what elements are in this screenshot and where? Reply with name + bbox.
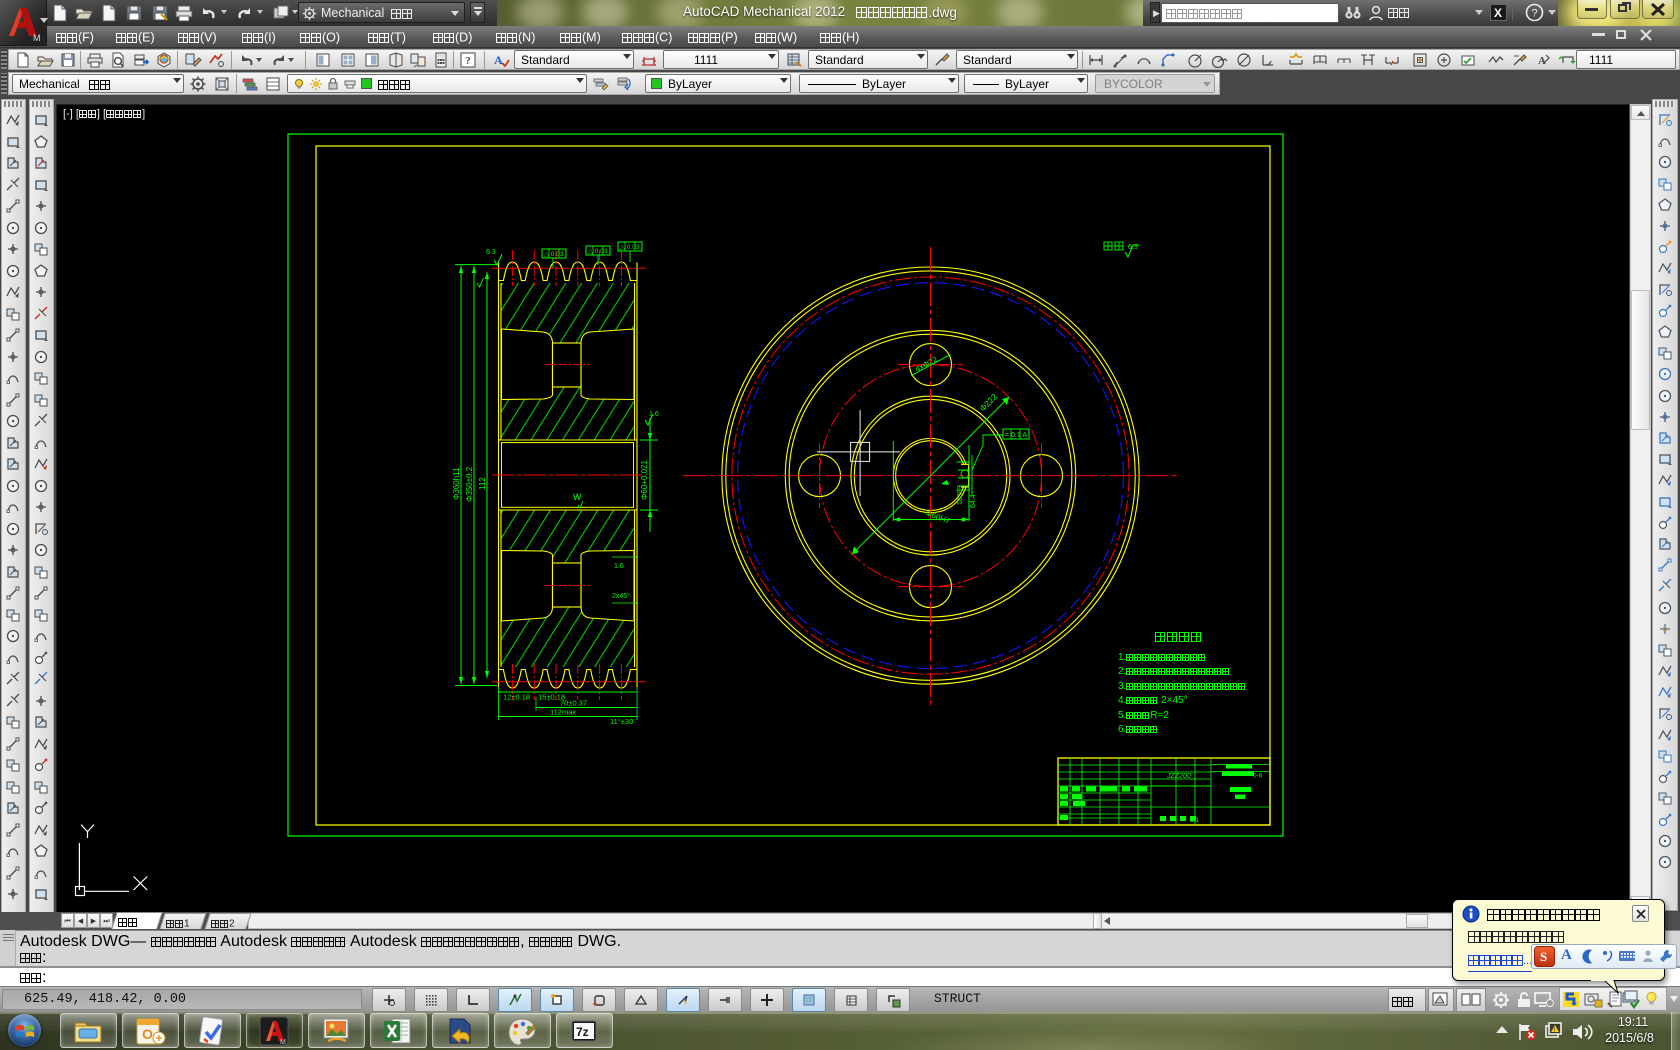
svg-text:JZZ200: JZZ200 [1166,773,1191,780]
svg-text:!: ! [1554,1028,1556,1034]
svg-text:1.6: 1.6 [649,411,659,418]
svg-text:112max: 112max [550,708,576,717]
svg-text:11°±30′: 11°±30′ [610,717,635,726]
svg-text:2x45°: 2x45° [612,592,630,600]
svg-text:12±0.18: 12±0.18 [503,693,530,702]
svg-text:?: ? [465,55,471,67]
svg-text:M: M [280,1039,286,1046]
svg-text:O: O [142,1026,153,1042]
svg-text:△ 0.03: △ 0.03 [544,251,564,258]
svg-text:112: 112 [478,477,487,490]
svg-text:Φ350±0.2: Φ350±0.2 [465,466,474,502]
svg-text:△ 0.03: △ 0.03 [588,248,608,255]
svg-text:7z: 7z [576,1025,589,1039]
svg-text:Φ60+0.021: Φ60+0.021 [640,459,649,500]
svg-text:0-6: 0-6 [1253,773,1263,780]
svg-text:4xΦ22: 4xΦ22 [914,354,940,373]
svg-text:70±0.37: 70±0.37 [560,699,587,708]
svg-text:A: A [494,53,503,67]
svg-text:W: W [573,492,582,502]
svg-text:Φ360h11: Φ360h11 [452,467,461,500]
svg-text:1.6: 1.6 [614,563,624,570]
svg-text:6.3: 6.3 [486,249,496,256]
svg-text:?: ? [1531,8,1537,20]
svg-text:M: M [33,33,41,42]
svg-text:64.4: 64.4 [970,494,977,508]
svg-text:= 0.1 A: = 0.1 A [1005,432,1027,439]
svg-text:A: A [1538,55,1546,67]
svg-text:6.3: 6.3 [1128,244,1138,251]
svg-text:18JS9: 18JS9 [957,485,964,505]
svg-text:△ 0.03: △ 0.03 [620,244,640,251]
svg-text:Φ60H7: Φ60H7 [924,508,952,525]
